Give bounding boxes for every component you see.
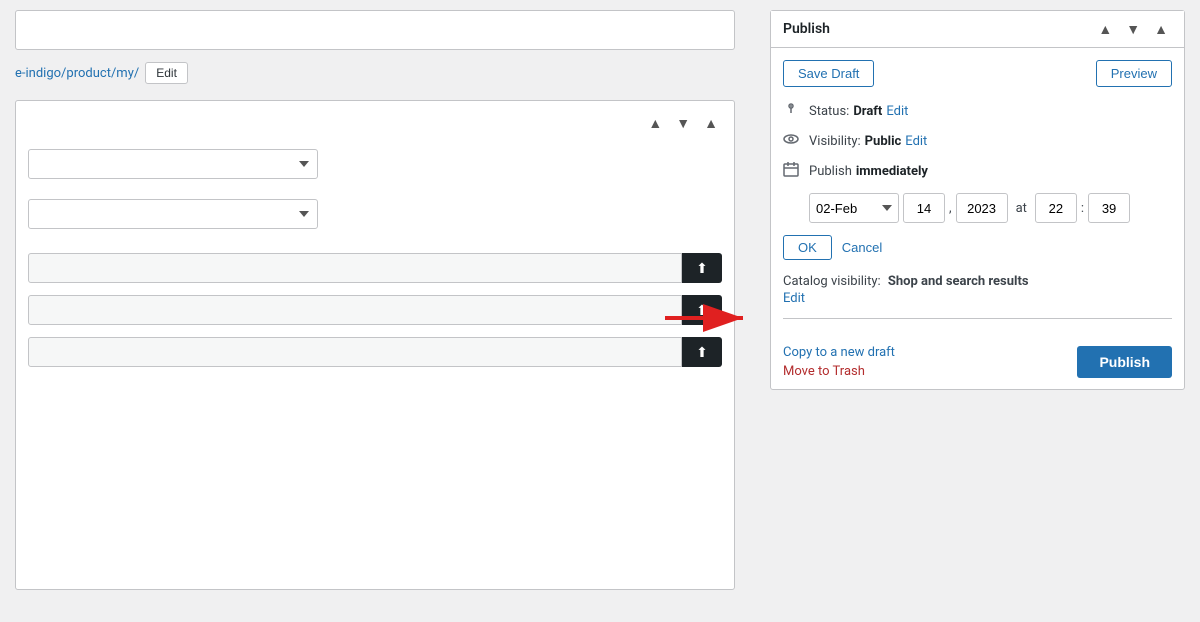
field-select-2[interactable] [28,199,318,229]
publish-button[interactable]: Publish [1077,346,1172,378]
at-label: at [1016,201,1027,216]
save-draft-button[interactable]: Save Draft [783,60,874,87]
publish-timing-row: Publish immediately [783,161,1172,181]
upload-button-3[interactable]: ⬆ [682,337,722,367]
month-select[interactable]: 02-Feb [809,193,899,223]
url-text: e-indigo/product/my/ [15,66,139,81]
upload-input-3 [28,337,682,367]
date-separator: , [949,201,952,216]
datetime-row: 02-Feb , at : [783,193,1172,223]
minute-input[interactable] [1088,193,1130,223]
content-box-header: ▲ ▼ ▲ [28,113,722,133]
publish-timing: immediately [856,164,928,179]
footer-links: Copy to a new draft Move to Trash [783,345,895,379]
status-icon [783,101,803,121]
year-input[interactable] [956,193,1008,223]
hour-input[interactable] [1035,193,1077,223]
publish-move-up-button[interactable]: ▲ [1094,19,1116,39]
publish-header-actions: ▲ ▼ ▲ [1094,19,1172,39]
catalog-value: Shop and search results [888,274,1029,289]
publish-panel-title: Publish [783,21,830,37]
publish-footer: Copy to a new draft Move to Trash Publis… [771,335,1184,389]
content-box: ▲ ▼ ▲ ⬆ ⬆ ⬆ [15,100,735,590]
preview-button[interactable]: Preview [1096,60,1172,87]
publish-collapse-button[interactable]: ▲ [1150,19,1172,39]
cancel-button[interactable]: Cancel [842,235,882,260]
catalog-row: Catalog visibility: Shop and search resu… [783,274,1172,319]
publish-panel: Publish ▲ ▼ ▲ Save Draft Preview Status:… [770,10,1185,390]
catalog-label: Catalog visibility: [783,274,881,289]
upload-button-1[interactable]: ⬆ [682,253,722,283]
visibility-value: Public [865,134,902,149]
publish-body: Save Draft Preview Status: Draft Edit [771,48,1184,335]
publish-label: Publish [809,164,852,179]
status-row: Status: Draft Edit [783,101,1172,121]
pointer-arrow [665,298,755,338]
time-separator: : [1081,201,1084,216]
visibility-icon [783,131,803,151]
upload-row-1: ⬆ [28,253,722,283]
collapse-button[interactable]: ▲ [700,113,722,133]
catalog-edit-link[interactable]: Edit [783,291,1172,306]
upload-input-2 [28,295,682,325]
visibility-row: Visibility: Public Edit [783,131,1172,151]
url-row: e-indigo/product/my/ Edit [15,58,720,88]
day-input[interactable] [903,193,945,223]
field-row-2 [28,199,722,229]
status-label: Status: [809,104,849,119]
url-bar [15,10,735,50]
status-edit-link[interactable]: Edit [886,104,908,119]
url-edit-button[interactable]: Edit [145,62,188,84]
calendar-icon [783,161,803,181]
visibility-label: Visibility: [809,134,861,149]
move-down-button[interactable]: ▼ [672,113,694,133]
ok-cancel-row: OK Cancel [783,235,1172,260]
upload-row-3: ⬆ [28,337,722,367]
move-up-button[interactable]: ▲ [644,113,666,133]
field-select-1[interactable] [28,149,318,179]
publish-move-down-button[interactable]: ▼ [1122,19,1144,39]
publish-actions-row: Save Draft Preview [783,60,1172,87]
publish-header: Publish ▲ ▼ ▲ [771,11,1184,48]
upload-input-1 [28,253,682,283]
visibility-edit-link[interactable]: Edit [905,134,927,149]
upload-row-2: ⬆ [28,295,722,325]
ok-button[interactable]: OK [783,235,832,260]
left-panel: e-indigo/product/my/ Edit ▲ ▼ ▲ ⬆ ⬆ [0,0,735,622]
move-trash-link[interactable]: Move to Trash [783,364,895,379]
field-row-1 [28,149,722,179]
copy-draft-link[interactable]: Copy to a new draft [783,345,895,360]
status-value: Draft [853,104,882,119]
